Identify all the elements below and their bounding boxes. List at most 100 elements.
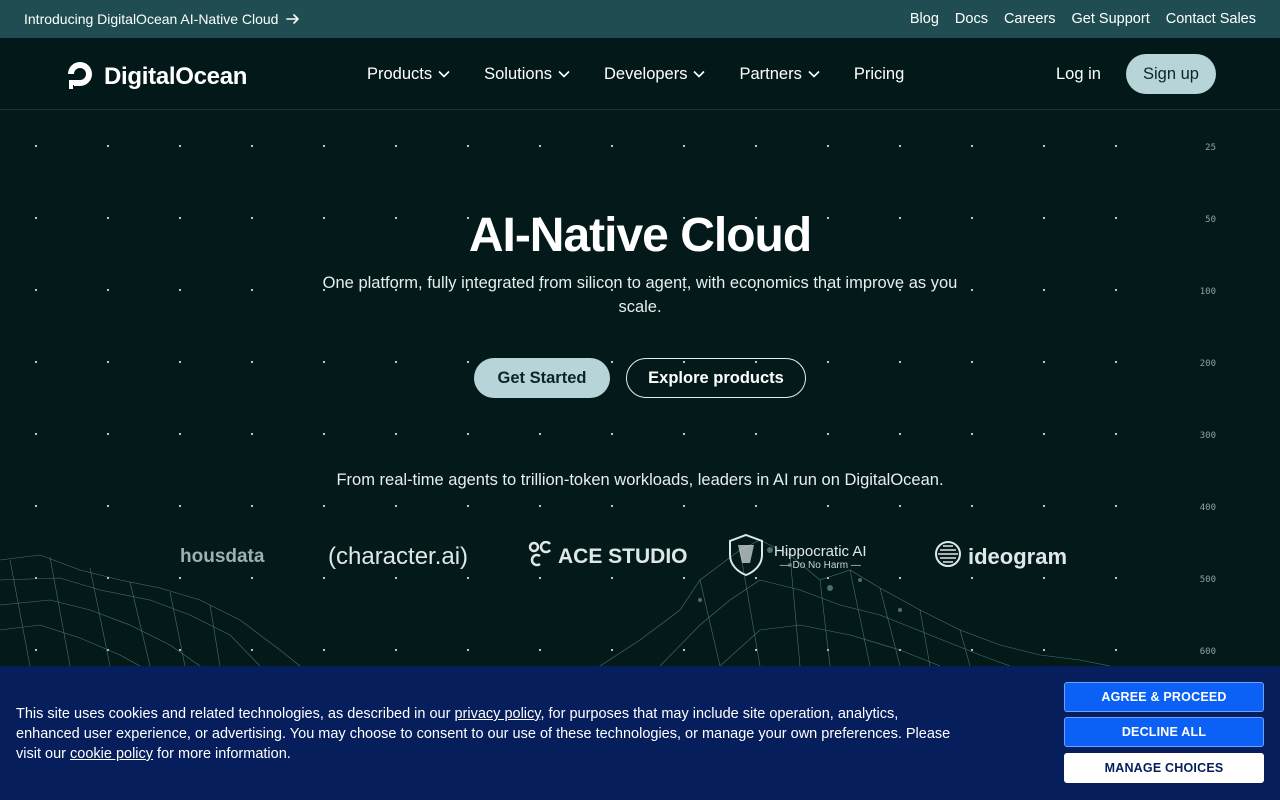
- utility-links: Blog Docs Careers Get Support Contact Sa…: [910, 11, 1256, 27]
- announcement-bar: Introducing DigitalOcean AI-Native Cloud…: [0, 0, 1280, 38]
- brand-logo[interactable]: DigitalOcean: [64, 58, 247, 95]
- announcement-text: Introducing DigitalOcean AI-Native Cloud: [24, 11, 279, 27]
- agree-proceed-button[interactable]: AGREE & PROCEED: [1064, 682, 1264, 712]
- decline-all-button[interactable]: DECLINE ALL: [1064, 717, 1264, 747]
- nav-label: Products: [367, 64, 433, 83]
- grid-dot: [106, 432, 110, 436]
- nav-products[interactable]: Products: [367, 65, 450, 84]
- grid-dot: [466, 504, 470, 508]
- grid-dot: [178, 288, 182, 292]
- scale-label: 100: [1199, 287, 1216, 297]
- careers-link[interactable]: Careers: [1004, 11, 1056, 27]
- grid-dot: [1114, 504, 1118, 508]
- contact-sales-link[interactable]: Contact Sales: [1166, 11, 1256, 27]
- grid-dot: [34, 648, 38, 652]
- grid-dot: [826, 504, 830, 508]
- grid-dot: [826, 432, 830, 436]
- chevron-down-icon: [693, 70, 706, 78]
- manage-choices-button[interactable]: MANAGE CHOICES: [1064, 753, 1264, 783]
- grid-dot: [682, 648, 686, 652]
- grid-dot: [34, 288, 38, 292]
- grid-dot: [34, 432, 38, 436]
- nav-label: Developers: [604, 64, 688, 83]
- ace-studio-logo: ACE STUDIO: [528, 535, 688, 579]
- scale-label: 600: [1199, 647, 1216, 657]
- nav-label: Solutions: [484, 64, 553, 83]
- grid-dot: [250, 144, 254, 148]
- grid-dot: [1114, 288, 1118, 292]
- grid-dot: [322, 576, 326, 580]
- nav-solutions[interactable]: Solutions: [484, 65, 570, 84]
- chevron-down-icon: [438, 70, 450, 78]
- grid-dot: [34, 360, 38, 364]
- housdata-logo: housdata: [180, 535, 264, 579]
- get-started-button[interactable]: Get Started: [474, 358, 610, 398]
- grid-dot: [898, 360, 902, 364]
- grid-dot: [106, 360, 110, 364]
- grid-dot: [1042, 432, 1046, 436]
- blog-link[interactable]: Blog: [910, 11, 939, 27]
- privacy-policy-link[interactable]: privacy policy: [454, 706, 540, 722]
- grid-dot: [898, 432, 902, 436]
- grid-dot: [466, 360, 470, 364]
- nav-label: Pricing: [853, 64, 905, 83]
- grid-dot: [34, 144, 38, 148]
- hippocratic-name: Hippocratic AI: [774, 543, 867, 560]
- grid-dot: [322, 432, 326, 436]
- grid-dot: [754, 504, 758, 508]
- grid-dot: [106, 288, 110, 292]
- cookie-text-part: This site uses cookies and related techn…: [16, 706, 455, 722]
- grid-dot: [1042, 288, 1046, 292]
- main-nav: Products Solutions Developers Partners P…: [367, 38, 904, 110]
- grid-dot: [1114, 648, 1118, 652]
- grid-dot: [898, 144, 902, 148]
- grid-dot: [610, 648, 614, 652]
- hero-title: AI-Native Cloud: [468, 209, 812, 262]
- grid-dot: [178, 504, 182, 508]
- grid-dot: [754, 144, 758, 148]
- grid-dot: [970, 504, 974, 508]
- grid-dot: [610, 144, 614, 148]
- grid-dot: [178, 648, 182, 652]
- ideogram-logo: ideogram: [934, 535, 1067, 579]
- grid-dot: [250, 288, 254, 292]
- grid-dot: [538, 504, 542, 508]
- grid-dot: [178, 144, 182, 148]
- grid-dot: [754, 432, 758, 436]
- grid-dot: [466, 432, 470, 436]
- ideogram-logo-text: ideogram: [968, 544, 1068, 569]
- nav-developers[interactable]: Developers: [604, 64, 706, 84]
- grid-dot: [322, 360, 326, 364]
- grid-dot: [106, 144, 110, 148]
- grid-dot: [178, 360, 182, 364]
- cookie-banner: This site uses cookies and related techn…: [0, 666, 1280, 800]
- login-link[interactable]: Log in: [1056, 65, 1101, 84]
- cookie-text: This site uses cookies and related techn…: [16, 704, 956, 764]
- grid-dot: [970, 144, 974, 148]
- hero-subtitle: One platform, fully integrated from sili…: [322, 274, 958, 316]
- nav-pricing[interactable]: Pricing: [854, 65, 904, 84]
- explore-products-button[interactable]: Explore products: [626, 358, 806, 398]
- grid-dot: [610, 360, 614, 364]
- grid-dot: [466, 648, 470, 652]
- ideogram-icon: [934, 540, 962, 574]
- signup-button[interactable]: Sign up: [1126, 54, 1216, 94]
- grid-dot: [322, 144, 326, 148]
- grid-dot: [970, 432, 974, 436]
- get-support-link[interactable]: Get Support: [1072, 11, 1150, 27]
- nav-partners[interactable]: Partners: [739, 64, 820, 84]
- character-ai-logo: (character.ai): [328, 535, 468, 579]
- nav-label: Partners: [739, 64, 802, 83]
- grid-dot: [1114, 576, 1118, 580]
- grid-dot: [970, 360, 974, 364]
- cookie-policy-link[interactable]: cookie policy: [70, 746, 153, 762]
- announcement-link[interactable]: Introducing DigitalOcean AI-Native Cloud: [24, 11, 300, 27]
- hippocratic-tagline: — Do No Harm —: [779, 560, 861, 571]
- chevron-down-icon: [558, 70, 570, 78]
- grid-dot: [250, 648, 254, 652]
- grid-dot: [250, 504, 254, 508]
- grid-dot: [1114, 432, 1118, 436]
- hippocratic-ai-logo: Hippocratic AI — Do No Harm —: [728, 533, 867, 579]
- grid-dot: [682, 504, 686, 508]
- docs-link[interactable]: Docs: [955, 11, 988, 27]
